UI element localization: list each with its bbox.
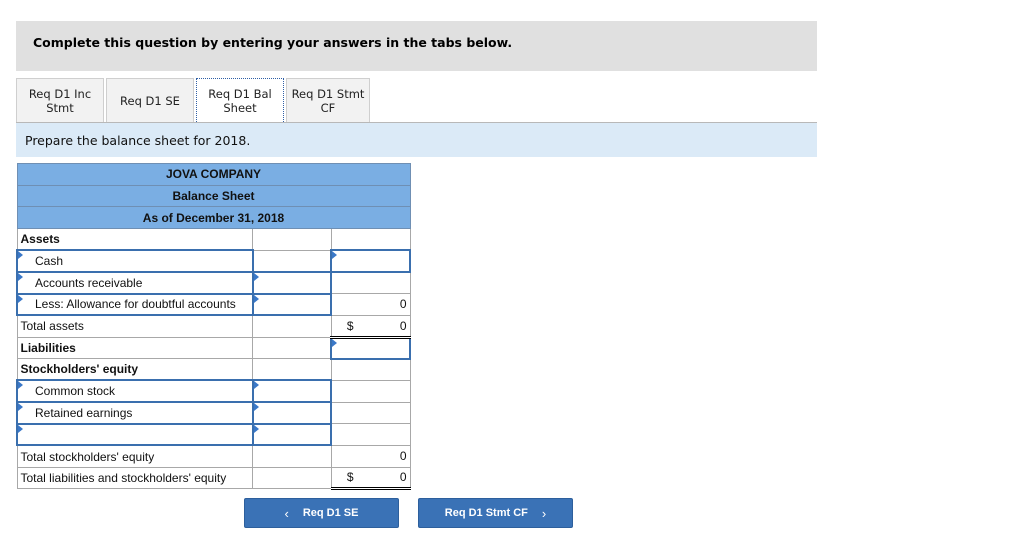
extra-label-input[interactable]: [16, 422, 254, 447]
tab-req-d1-bal-sheet[interactable]: Req D1 Bal Sheet: [196, 78, 284, 124]
liabilities-amount-input[interactable]: [330, 336, 411, 360]
statement-date: As of December 31, 2018: [16, 206, 411, 230]
empty-cell: [330, 358, 411, 381]
empty-cell: [330, 379, 411, 403]
accounts-receivable-amount-input[interactable]: [251, 270, 333, 295]
net-receivables-value: 0: [330, 293, 411, 316]
balance-sheet-table: JOVA COMPANY Balance Sheet As of Decembe…: [16, 163, 411, 491]
empty-cell: [330, 271, 411, 295]
company-name: JOVA COMPANY: [16, 163, 411, 186]
currency-symbol: $: [346, 318, 354, 333]
tab-req-d1-stmt-cf[interactable]: Req D1 Stmt CF: [286, 78, 370, 123]
empty-cell: [252, 466, 332, 490]
tab-label-line1: Req D1 Inc: [28, 87, 92, 101]
total-liabilities-se-value: 0: [399, 470, 407, 485]
empty-cell: [252, 228, 332, 251]
tab-label-line2: CF: [320, 101, 336, 115]
total-assets-label: Total assets: [16, 314, 254, 338]
empty-cell: [252, 358, 332, 381]
empty-cell: [330, 401, 411, 425]
empty-cell: [252, 336, 332, 360]
table-row: Less: Allowance for doubtful accounts 0: [16, 292, 411, 317]
tab-label: Req D1 SE: [120, 94, 180, 108]
tab-label-line2: Sheet: [223, 101, 257, 115]
table-row: Total stockholders' equity 0: [16, 444, 411, 468]
chevron-left-icon: ‹: [284, 505, 289, 521]
statement-title: Balance Sheet: [16, 184, 411, 208]
tab-label-line2: Stmt: [46, 101, 74, 115]
prev-button-label: Req D1 SE: [302, 507, 359, 519]
total-liabilities-se-cell: $0: [330, 466, 411, 491]
section-liabilities: Liabilities: [16, 336, 254, 360]
allowance-label-input[interactable]: Less: Allowance for doubtful accounts: [16, 292, 254, 317]
table-row: Cash: [16, 249, 411, 273]
requirement-tabs: Req D1 Inc Stmt Req D1 SE Req D1 Bal Sheet…: [16, 78, 372, 124]
tab-label-line1: Req D1 Bal: [208, 87, 272, 101]
table-row: Accounts receivable: [16, 270, 411, 295]
prev-req-d1-se-button[interactable]: ‹ Req D1 SE: [244, 498, 399, 528]
empty-cell: [252, 249, 332, 273]
instruction-bar: Complete this question by entering your …: [16, 21, 817, 71]
prompt-bar: Prepare the balance sheet for 2018.: [16, 123, 817, 157]
section-stockholders-equity: Stockholders' equity: [16, 358, 254, 381]
empty-cell: [330, 423, 411, 446]
total-assets-cell: $0: [330, 314, 411, 339]
total-liabilities-se-label: Total liabilities and stockholders' equi…: [16, 466, 254, 490]
table-row: Common stock: [16, 379, 411, 404]
total-se-label: Total stockholders' equity: [16, 444, 254, 468]
chevron-right-icon: ›: [541, 505, 547, 521]
cash-label-input[interactable]: Cash: [16, 249, 254, 273]
tab-label-line1: Req D1 Stmt: [291, 87, 365, 101]
table-row: Assets: [16, 228, 411, 251]
retained-earnings-label-input[interactable]: Retained earnings: [16, 401, 254, 425]
cash-amount-input[interactable]: [330, 249, 411, 273]
table-row: Liabilities: [16, 336, 411, 360]
common-stock-amount-input[interactable]: [251, 379, 333, 404]
retained-earnings-amount-input[interactable]: [251, 401, 333, 425]
common-stock-label-input[interactable]: Common stock: [16, 379, 254, 404]
extra-amount-input[interactable]: [251, 422, 333, 447]
tab-req-d1-inc-stmt[interactable]: Req D1 Inc Stmt: [16, 78, 104, 123]
prompt-text: Prepare the balance sheet for 2018.: [25, 133, 251, 148]
empty-cell: [330, 228, 411, 251]
allowance-amount-input[interactable]: [251, 292, 333, 317]
total-assets-value: 0: [399, 318, 407, 333]
accounts-receivable-label-input[interactable]: Accounts receivable: [16, 270, 254, 295]
total-se-value: 0: [330, 444, 411, 468]
tab-req-d1-se[interactable]: Req D1 SE: [106, 78, 194, 123]
instruction-text: Complete this question by entering your …: [33, 35, 513, 50]
table-row: Retained earnings: [16, 401, 411, 425]
table-row: Stockholders' equity: [16, 358, 411, 381]
table-row: Total assets $0: [16, 314, 411, 339]
next-req-d1-stmt-cf-button[interactable]: Req D1 Stmt CF ›: [418, 498, 573, 528]
section-assets: Assets: [16, 228, 254, 251]
empty-cell: [252, 314, 332, 338]
table-row: Total liabilities and stockholders' equi…: [16, 466, 411, 491]
table-row: [16, 422, 411, 447]
currency-symbol: $: [346, 470, 354, 485]
empty-cell: [252, 444, 332, 468]
next-button-label: Req D1 Stmt CF: [444, 507, 528, 519]
